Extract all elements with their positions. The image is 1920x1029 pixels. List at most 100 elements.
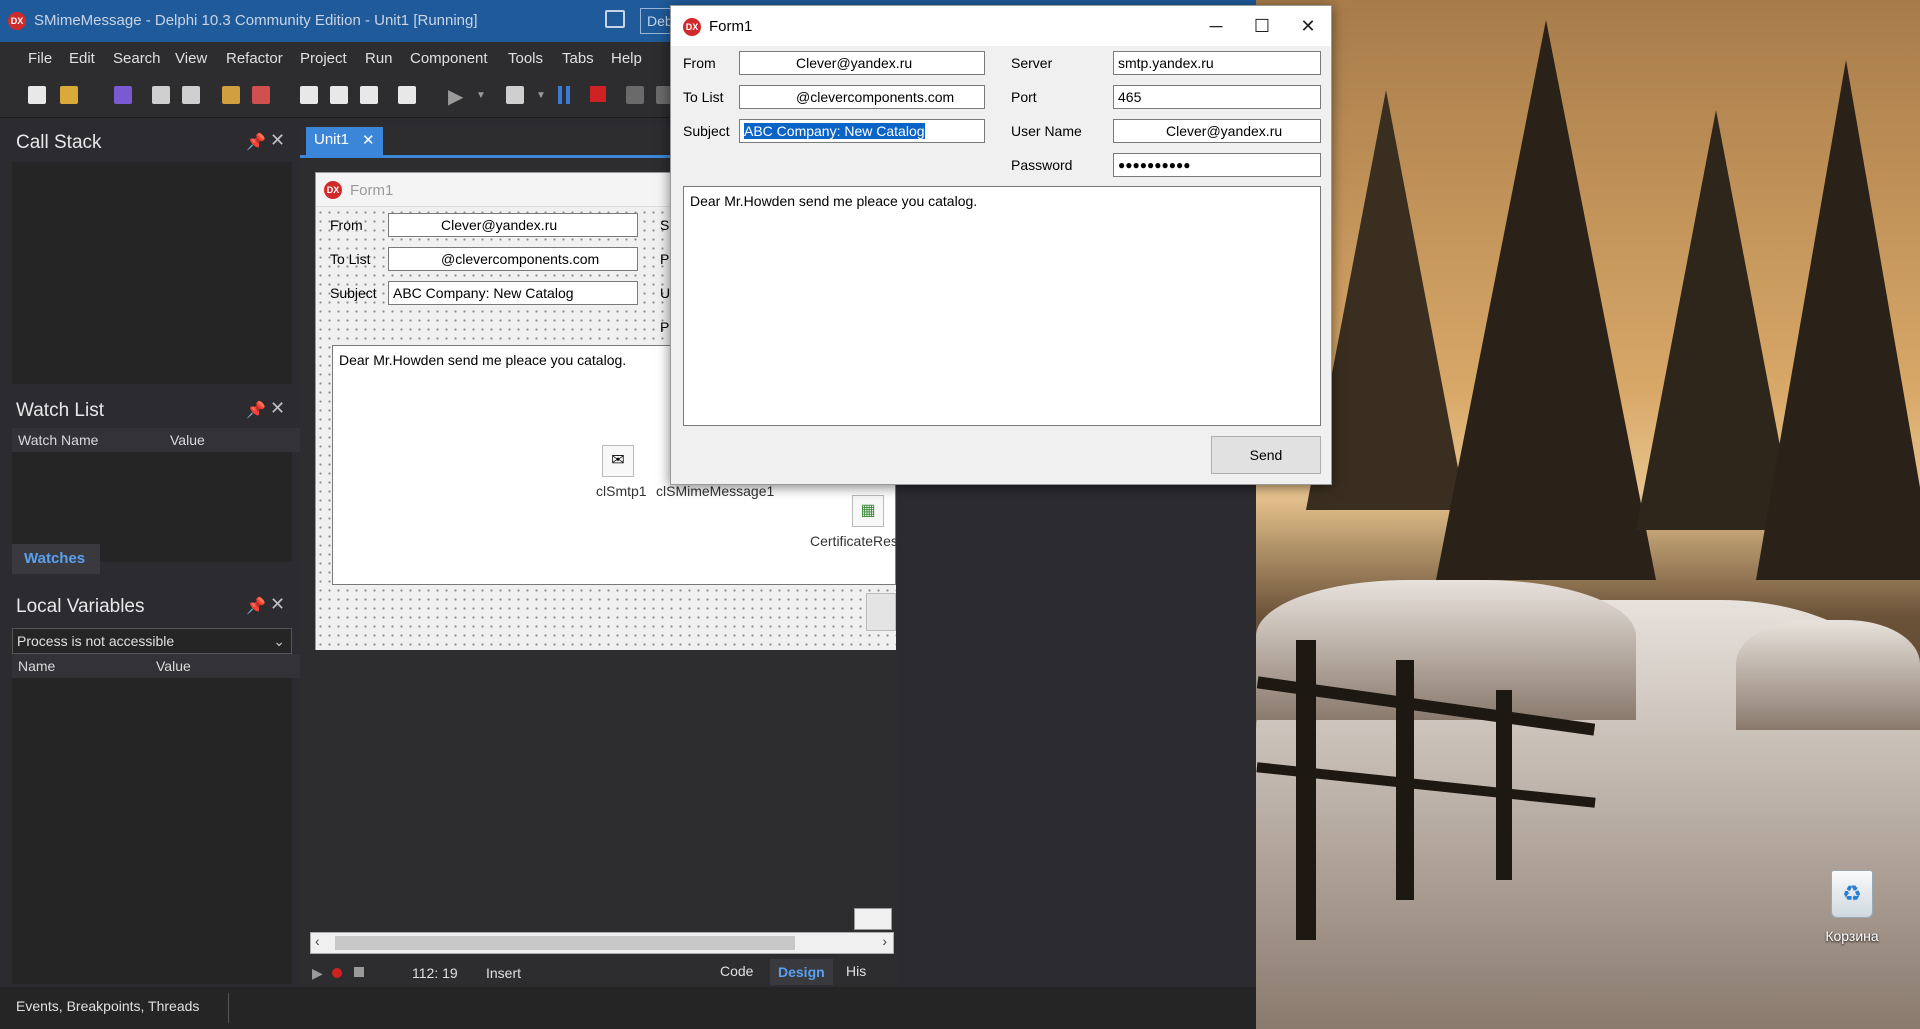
run-without-debug-icon[interactable] <box>506 86 524 104</box>
new-unit-icon[interactable] <box>300 86 318 104</box>
delphi-logo-icon: DX <box>8 12 26 30</box>
form1-caption: Form1 <box>709 18 753 35</box>
pin-icon[interactable]: 📌 <box>246 596 266 616</box>
open-file-icon[interactable] <box>60 86 78 104</box>
process-select-value: Process is not accessible <box>17 633 175 649</box>
server-label: Server <box>1011 55 1053 71</box>
new-file-icon[interactable] <box>28 86 46 104</box>
process-select[interactable]: Process is not accessible ⌄ <box>12 628 292 654</box>
scroll-left-icon[interactable]: ‹ <box>315 933 320 949</box>
menu-help[interactable]: Help <box>611 50 642 67</box>
server-field[interactable]: smtp.yandex.ru <box>1113 51 1321 75</box>
call-stack-list[interactable] <box>12 162 292 384</box>
left-dock-column: Call Stack 📌 ✕ Watch List 📌 ✕ Watch Name… <box>0 118 300 987</box>
tab-unit1-label: Unit1 <box>314 131 350 148</box>
username-label: User Name <box>1011 123 1082 139</box>
pin-icon[interactable]: 📌 <box>246 400 266 420</box>
close-icon[interactable]: ✕ <box>270 130 285 151</box>
record-macro-icon[interactable] <box>332 968 342 978</box>
statusbar-text[interactable]: Events, Breakpoints, Threads <box>16 998 199 1014</box>
smtp-component-icon[interactable]: ✉ <box>602 445 634 477</box>
tab-watches[interactable]: Watches <box>12 544 100 574</box>
menu-search[interactable]: Search <box>113 50 161 67</box>
send-button[interactable]: Send <box>1211 436 1321 474</box>
form1-window: DX Form1 ─ ☐ ✕ From Clever@yandex.ru To … <box>670 5 1332 485</box>
subject-label: Subject <box>683 123 730 139</box>
close-icon[interactable]: ✕ <box>1285 6 1331 46</box>
remove-from-project-icon[interactable] <box>252 86 270 104</box>
close-icon[interactable]: ✕ <box>270 594 285 615</box>
menu-project[interactable]: Project <box>300 50 347 67</box>
column-header-value[interactable]: Value <box>162 428 300 452</box>
local-variables-grid[interactable]: Name Value <box>12 654 300 984</box>
from-field[interactable]: Clever@yandex.ru <box>388 213 638 237</box>
column-header-value[interactable]: Value <box>148 654 300 678</box>
cursor-position: 112: 19 <box>412 965 458 981</box>
menu-component[interactable]: Component <box>410 50 488 67</box>
menu-file[interactable]: File <box>28 50 52 67</box>
design-send-button[interactable] <box>866 593 896 631</box>
step-over-icon[interactable] <box>626 86 644 104</box>
chevron-down-icon[interactable]: ▼ <box>476 90 486 101</box>
port-label: Port <box>1011 89 1037 105</box>
password-label: Password <box>1011 157 1073 173</box>
component-certificateres[interactable]: CertificateRes <box>810 533 898 549</box>
add-to-project-icon[interactable] <box>222 86 240 104</box>
from-field[interactable]: Clever@yandex.ru <box>739 51 985 75</box>
form1-titlebar: DX Form1 ─ ☐ ✕ <box>671 6 1331 46</box>
to-list-field[interactable]: @clevercomponents.com <box>739 85 985 109</box>
menu-tools[interactable]: Tools <box>508 50 543 67</box>
tab-code[interactable]: Code <box>720 963 753 979</box>
body-text: Dear Mr.Howden send me pleace you catalo… <box>690 193 978 209</box>
scroll-right-icon[interactable]: › <box>882 933 887 949</box>
tab-design[interactable]: Design <box>770 959 833 985</box>
pin-icon[interactable]: 📌 <box>246 132 266 152</box>
certificate-component-icon[interactable]: ▦ <box>852 495 884 527</box>
open-project-icon[interactable] <box>182 86 200 104</box>
port-field[interactable]: 465 <box>1113 85 1321 109</box>
menu-view[interactable]: View <box>175 50 207 67</box>
delphi-logo-icon: DX <box>324 181 342 199</box>
watch-list-grid[interactable]: Watch Name Value <box>12 428 300 562</box>
toggle-form-icon[interactable] <box>330 86 348 104</box>
menu-run[interactable]: Run <box>365 50 393 67</box>
subject-field[interactable]: ABC Company: New Catalog <box>388 281 638 305</box>
view-units-icon[interactable] <box>360 86 378 104</box>
chevron-down-icon[interactable]: ▼ <box>536 90 546 101</box>
scrollbar-thumb[interactable] <box>335 936 795 950</box>
maximize-icon[interactable]: ☐ <box>1239 6 1285 46</box>
save-icon[interactable] <box>114 86 132 104</box>
tab-unit1[interactable]: Unit1 ✕ <box>306 127 383 155</box>
stop-macro-icon[interactable] <box>354 967 364 977</box>
body-memo[interactable]: Dear Mr.Howden send me pleace you catalo… <box>683 186 1321 426</box>
menu-edit[interactable]: Edit <box>69 50 95 67</box>
tab-history[interactable]: His <box>846 963 866 979</box>
username-field[interactable]: Clever@yandex.ru <box>1113 119 1321 143</box>
monitor-icon[interactable] <box>605 10 625 28</box>
subject-field[interactable]: ABC Company: New Catalog <box>739 119 985 143</box>
column-header-watch-name[interactable]: Watch Name <box>12 428 166 452</box>
horizontal-scrollbar[interactable]: ‹ › <box>310 932 894 954</box>
close-icon[interactable]: ✕ <box>270 398 285 419</box>
play-macro-icon[interactable]: ▶ <box>312 965 323 982</box>
form-preview-thumbnail[interactable] <box>854 908 892 930</box>
component-clsmtp1[interactable]: clSmtp1 <box>596 483 647 499</box>
view-forms-icon[interactable] <box>398 86 416 104</box>
stop-icon[interactable] <box>590 86 606 102</box>
run-icon[interactable]: ▶ <box>448 84 463 109</box>
recycle-bin-label: Корзина <box>1825 928 1879 944</box>
password-field[interactable]: ●●●●●●●●●● <box>1113 153 1321 177</box>
design-body-text: Dear Mr.Howden send me pleace you catalo… <box>339 352 627 368</box>
component-clsmimemessage1[interactable]: clSMimeMessage1 <box>656 483 774 499</box>
design-form-caption: Form1 <box>350 182 394 199</box>
close-icon[interactable]: ✕ <box>362 131 375 149</box>
pause-icon[interactable] <box>558 86 562 104</box>
minimize-icon[interactable]: ─ <box>1193 6 1239 46</box>
recycle-bin[interactable]: ♻ Корзина <box>1804 870 1900 950</box>
menu-tabs[interactable]: Tabs <box>562 50 594 67</box>
to-list-field[interactable]: @clevercomponents.com <box>388 247 638 271</box>
editor-statusbar: ▶ 112: 19 Insert Code Design His <box>300 958 898 988</box>
column-header-name[interactable]: Name <box>12 654 152 678</box>
menu-refactor[interactable]: Refactor <box>226 50 283 67</box>
save-all-icon[interactable] <box>152 86 170 104</box>
